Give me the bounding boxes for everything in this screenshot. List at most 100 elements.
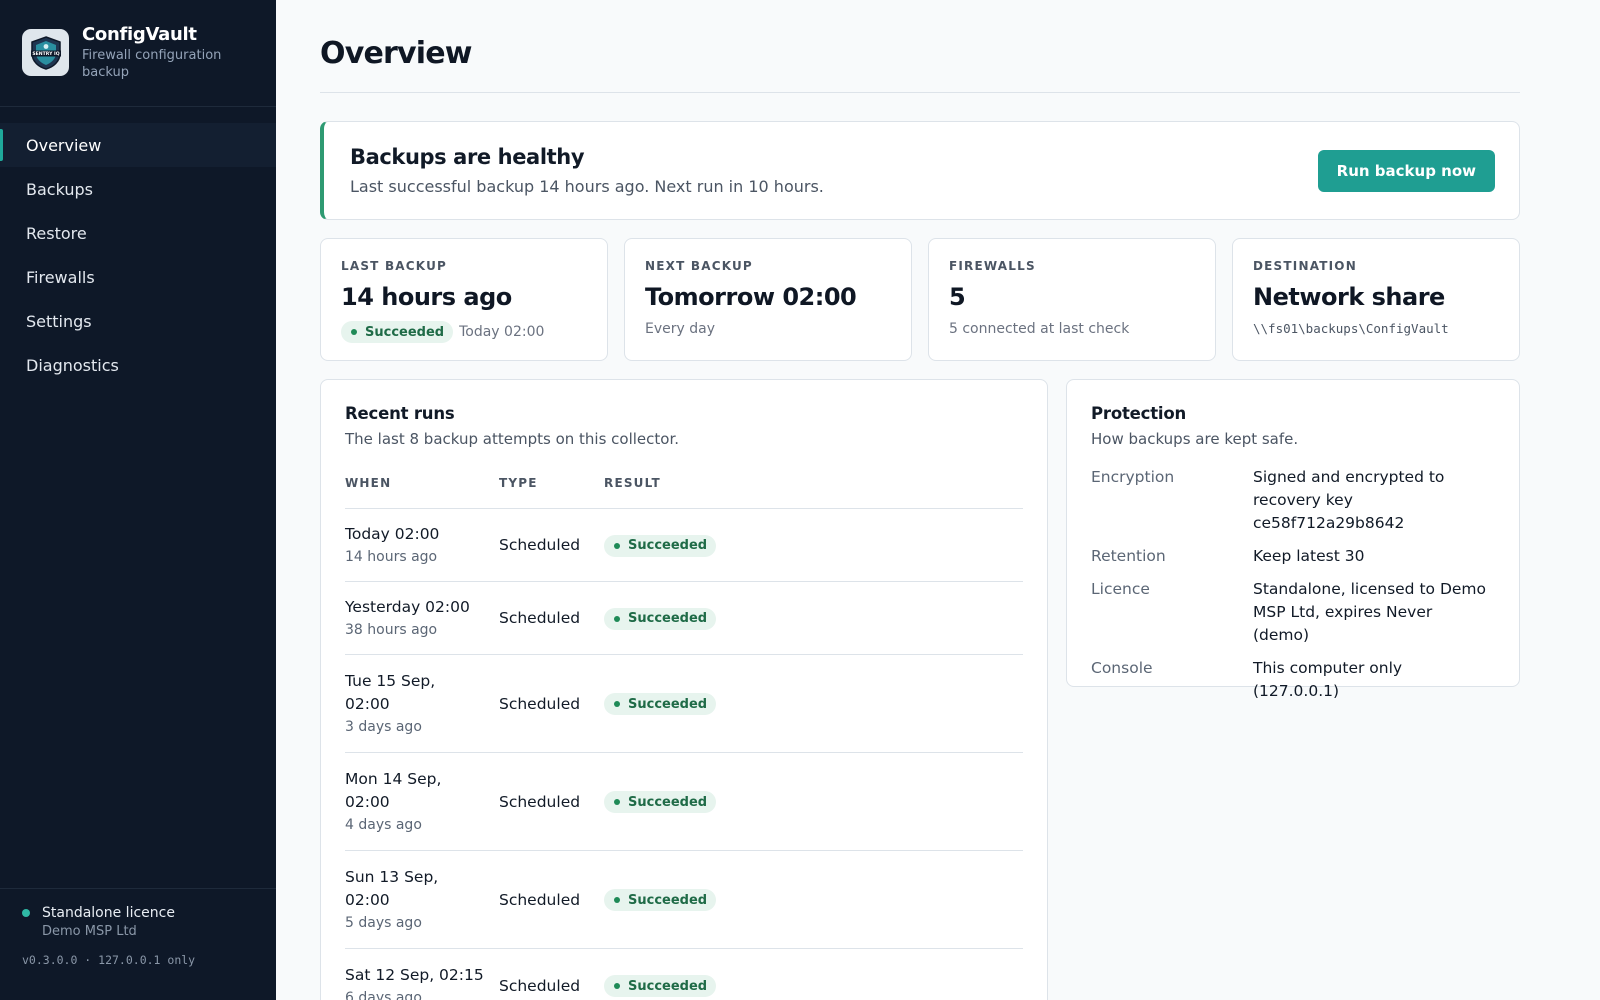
stats-row: LAST BACKUP 14 hours ago Succeeded Today…: [320, 238, 1520, 361]
protection-item-encryption: Encryption Signed and encrypted to recov…: [1091, 466, 1495, 535]
column-header-type: TYPE: [499, 476, 538, 490]
stat-destination: DESTINATION Network share \\fs01\backups…: [1232, 238, 1520, 361]
status-badge: Succeeded: [341, 321, 454, 343]
run-type: Scheduled: [499, 890, 581, 909]
run-ago: 3 days ago: [345, 719, 422, 735]
sidebar-item-diagnostics[interactable]: Diagnostics: [0, 343, 276, 387]
run-when: Sun 13 Sep, 02:00: [345, 868, 439, 909]
protection-value: Signed and encrypted to recovery key ce5…: [1253, 468, 1445, 532]
banner-subtitle: Last successful backup 14 hours ago. Nex…: [350, 177, 824, 196]
stat-label: FIREWALLS: [949, 259, 1036, 273]
column-header-result: RESULT: [604, 476, 661, 490]
app-logo: SENTRY IQ: [22, 29, 69, 76]
status-dot: [614, 897, 620, 903]
status-dot: [351, 329, 357, 335]
lower-panels: Recent runs The last 8 backup attempts o…: [320, 379, 1520, 1000]
sidebar-item-overview[interactable]: Overview: [0, 123, 276, 167]
status-dot: [614, 542, 620, 549]
shield-logo-icon: SENTRY IQ: [30, 35, 61, 70]
sidebar-footer: Standalone licence Demo MSP Ltd v0.3.0.0…: [0, 888, 276, 1000]
status-badge: Succeeded: [604, 889, 717, 911]
protection-item-licence: Licence Standalone, licensed to Demo MSP…: [1091, 578, 1495, 647]
status-badge-label: Succeeded: [365, 324, 445, 340]
run-backup-button[interactable]: Run backup now: [1317, 149, 1495, 192]
protection-card: Protection How backups are kept safe. En…: [1066, 379, 1520, 700]
stat-detail: Today 02:00: [459, 324, 545, 340]
version-info: v0.3.0.0 · 127.0.0.1 only: [22, 953, 196, 967]
protection-item-console: Console This computer only (127.0.0.1): [1091, 657, 1495, 703]
recent-runs-card: Recent runs The last 8 backup attempts o…: [320, 379, 1048, 1000]
status-badge: Succeeded: [604, 534, 717, 557]
table-row[interactable]: Mon 14 Sep, 02:00 4 days ago Scheduled Su…: [345, 753, 1023, 851]
run-type: Scheduled: [499, 536, 581, 554]
protection-item-retention: Retention Keep latest 30: [1091, 545, 1495, 568]
run-ago: 6 days ago: [345, 989, 422, 1000]
licence-title: Standalone licence: [42, 905, 175, 921]
protection-value: This computer only (127.0.0.1): [1253, 659, 1403, 700]
sidebar-nav: Overview Backups Restore Firewalls Setti…: [0, 107, 276, 387]
protection-value: Standalone, licensed to Demo MSP Ltd, ex…: [1253, 580, 1486, 644]
sidebar-item-restore[interactable]: Restore: [0, 211, 276, 255]
main-content: Overview Backups are healthy Last succes…: [320, 0, 1520, 1000]
health-banner: Backups are healthy Last successful back…: [320, 121, 1520, 220]
status-badge-label: Succeeded: [628, 978, 708, 994]
run-ago: 4 days ago: [345, 817, 422, 833]
licence-status-dot: [22, 909, 30, 917]
status-badge: Succeeded: [604, 791, 717, 813]
stat-detail: Every day: [645, 321, 715, 337]
run-when: Yesterday 02:00: [345, 598, 470, 616]
brand: SENTRY IQ ConfigVault Firewall configura…: [0, 0, 276, 107]
licence-holder: Demo MSP Ltd: [42, 924, 137, 939]
table-row[interactable]: Today 02:00 14 hours ago Scheduled Succee…: [345, 509, 1023, 582]
run-type: Scheduled: [499, 792, 581, 811]
sidebar: SENTRY IQ ConfigVault Firewall configura…: [0, 0, 276, 1000]
stat-value: 14 hours ago: [341, 283, 512, 311]
status-dot: [614, 799, 620, 805]
app-name: ConfigVault: [82, 24, 197, 45]
stat-next-backup: NEXT BACKUP Tomorrow 02:00 Every day: [624, 238, 912, 361]
protection-list: Encryption Signed and encrypted to recov…: [1091, 466, 1495, 703]
sidebar-item-backups[interactable]: Backups: [0, 167, 276, 211]
protection-key: Retention: [1091, 547, 1166, 565]
stat-label: DESTINATION: [1253, 259, 1357, 273]
run-when: Sat 12 Sep, 02:15: [345, 965, 484, 984]
app-subtitle: Firewall configuration backup: [82, 48, 222, 80]
table-row[interactable]: Yesterday 02:00 38 hours ago Scheduled Su…: [345, 582, 1023, 655]
run-ago: 5 days ago: [345, 915, 422, 931]
protection-key: Console: [1091, 659, 1153, 677]
sidebar-item-firewalls[interactable]: Firewalls: [0, 255, 276, 299]
stat-value: Tomorrow 02:00: [645, 283, 857, 311]
status-dot: [614, 701, 620, 707]
run-ago: 38 hours ago: [345, 622, 438, 638]
stat-firewalls: FIREWALLS 5 5 connected at last check: [928, 238, 1216, 361]
destination-path: \\fs01\backups\ConfigVault: [1253, 321, 1449, 336]
sidebar-item-settings[interactable]: Settings: [0, 299, 276, 343]
status-badge-label: Succeeded: [628, 794, 708, 810]
stat-detail: 5 connected at last check: [949, 321, 1130, 337]
status-badge-label: Succeeded: [628, 696, 708, 712]
status-dot: [614, 615, 620, 622]
status-badge-label: Succeeded: [628, 611, 708, 626]
run-when: Mon 14 Sep, 02:00: [345, 770, 442, 811]
card-title: Recent runs: [345, 404, 455, 423]
stat-last-backup: LAST BACKUP 14 hours ago Succeeded Today…: [320, 238, 608, 361]
protection-key: Encryption: [1091, 468, 1175, 486]
run-type: Scheduled: [499, 694, 581, 713]
status-badge: Succeeded: [604, 607, 717, 630]
stat-label: LAST BACKUP: [341, 259, 448, 273]
run-ago: 14 hours ago: [345, 549, 438, 565]
table-row[interactable]: Tue 15 Sep, 02:00 3 days ago Scheduled Su…: [345, 655, 1023, 753]
card-title: Protection: [1091, 404, 1187, 423]
table-header: WHEN TYPE RESULT: [345, 476, 1023, 509]
page-title: Overview: [320, 0, 1520, 93]
table-row[interactable]: Sat 12 Sep, 02:15 6 days ago Scheduled Su…: [345, 949, 1023, 1000]
stat-label: NEXT BACKUP: [645, 259, 753, 273]
table-row[interactable]: Sun 13 Sep, 02:00 5 days ago Scheduled Su…: [345, 851, 1023, 949]
column-header-when: WHEN: [345, 476, 392, 490]
card-subtitle: How backups are kept safe.: [1091, 430, 1299, 448]
status-badge: Succeeded: [604, 975, 717, 997]
protection-key: Licence: [1091, 580, 1150, 598]
stat-value: 5: [949, 283, 966, 311]
status-badge: Succeeded: [604, 693, 717, 715]
run-when: Tue 15 Sep, 02:00: [345, 672, 436, 713]
